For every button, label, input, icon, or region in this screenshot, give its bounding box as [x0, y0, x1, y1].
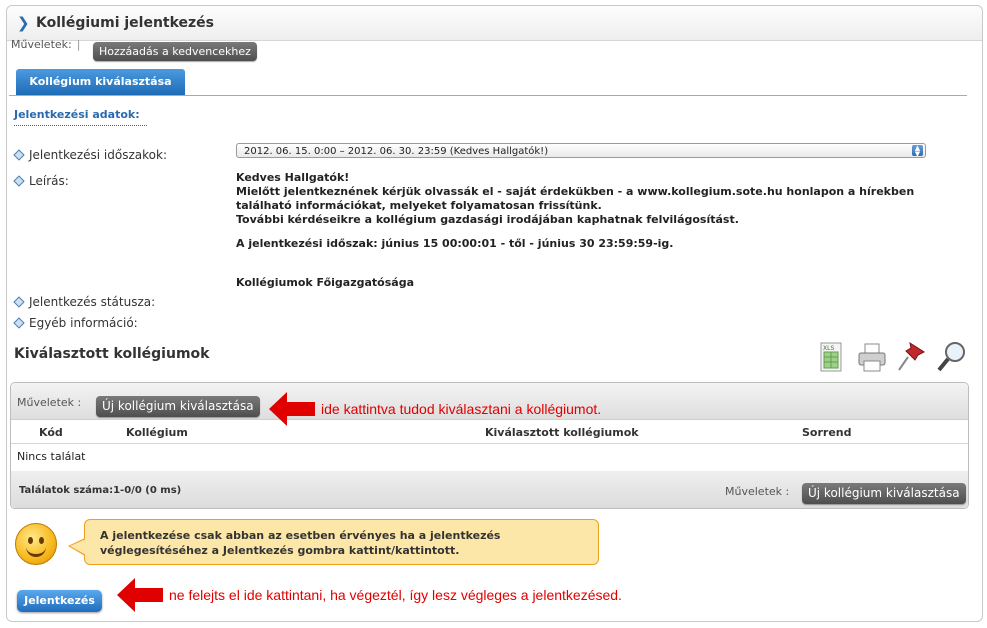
- new-college-button-footer[interactable]: Új kollégium kiválasztása: [802, 483, 966, 504]
- red-arrow-icon: [117, 578, 163, 612]
- print-icon[interactable]: [856, 341, 888, 373]
- other-info-label: Egyéb információ:: [13, 316, 138, 330]
- empty-result-text: Nincs találat: [17, 450, 86, 463]
- column-header-college[interactable]: Kollégium: [126, 426, 188, 439]
- status-label: Jelentkezés státusza:: [13, 295, 155, 309]
- bullet-icon: [13, 148, 25, 161]
- column-header-code[interactable]: Kód: [39, 426, 63, 439]
- grid-operations-label: Műveletek :: [17, 396, 82, 409]
- result-count: Találatok száma:1-0/0 (0 ms): [19, 485, 182, 496]
- description-label: Leírás:: [13, 174, 69, 188]
- table-row: Nincs találat: [11, 443, 968, 472]
- description-line: található információkat, melyeket folyam…: [236, 199, 602, 212]
- bullet-icon: [13, 174, 25, 187]
- description-line: A jelentkezési időszak: június 15 00:00:…: [236, 237, 674, 250]
- operations-bar: Műveletek: |: [11, 38, 80, 51]
- annotation-bottom: ne felejts el ide kattintani, ha végezté…: [169, 587, 622, 603]
- operations-label: Műveletek:: [11, 38, 72, 51]
- add-favorite-button[interactable]: Hozzáadás a kedvencekhez: [93, 42, 257, 61]
- notice-bubble: A jelentkezése csak abban az esetben érv…: [68, 519, 599, 565]
- selected-colleges-title: Kiválasztott kollégiumok: [14, 346, 210, 362]
- page-title: Kollégiumi jelentkezés: [36, 15, 215, 31]
- periods-value: 2012. 06. 15. 0:00 – 2012. 06. 30. 23:59…: [244, 146, 549, 157]
- annotation-top: ide kattintva tudod kiválasztani a kollé…: [321, 401, 602, 417]
- chevron-right-icon: ❯: [17, 14, 30, 32]
- select-arrows-icon: ▲ ▼: [912, 145, 923, 158]
- description-line: További kérdéseikre a kollégium gazdaság…: [236, 213, 739, 226]
- xls-export-icon[interactable]: XLS: [817, 341, 845, 373]
- description-line: Mielőtt jelentkeznének kérjük olvassák e…: [236, 185, 915, 198]
- pin-icon[interactable]: [896, 340, 928, 374]
- description-line: Kedves Hallgatók!: [236, 171, 350, 184]
- red-arrow-icon: [269, 392, 315, 426]
- submit-application-button[interactable]: Jelentkezés: [17, 590, 102, 612]
- periods-label: Jelentkezési időszakok:: [13, 148, 167, 162]
- search-icon[interactable]: [936, 340, 968, 374]
- bullet-icon: [13, 316, 25, 329]
- smiley-icon: [15, 523, 57, 565]
- title-bar: ❯ Kollégiumi jelentkezés: [7, 6, 982, 41]
- tab-bar: Kollégium kiválasztása: [9, 63, 967, 96]
- tab-college-selection[interactable]: Kollégium kiválasztása: [16, 69, 185, 95]
- column-header-order[interactable]: Sorrend: [802, 426, 852, 439]
- periods-select[interactable]: 2012. 06. 15. 0:00 – 2012. 06. 30. 23:59…: [236, 143, 926, 158]
- section-title: Jelentkezési adatok:: [14, 108, 140, 121]
- column-header-selected[interactable]: Kiválasztott kollégiumok: [485, 426, 639, 439]
- description-line: Kollégiumok Főigazgatósága: [236, 276, 415, 289]
- xls-icon-label: XLS: [823, 345, 834, 352]
- operations-separator: |: [76, 38, 81, 51]
- notice-text: A jelentkezése csak abban az esetben érv…: [100, 529, 501, 557]
- bullet-icon: [13, 295, 25, 308]
- footer-operations-label: Műveletek :: [725, 485, 790, 498]
- new-college-button[interactable]: Új kollégium kiválasztása: [96, 396, 260, 417]
- section-underline: [14, 125, 147, 126]
